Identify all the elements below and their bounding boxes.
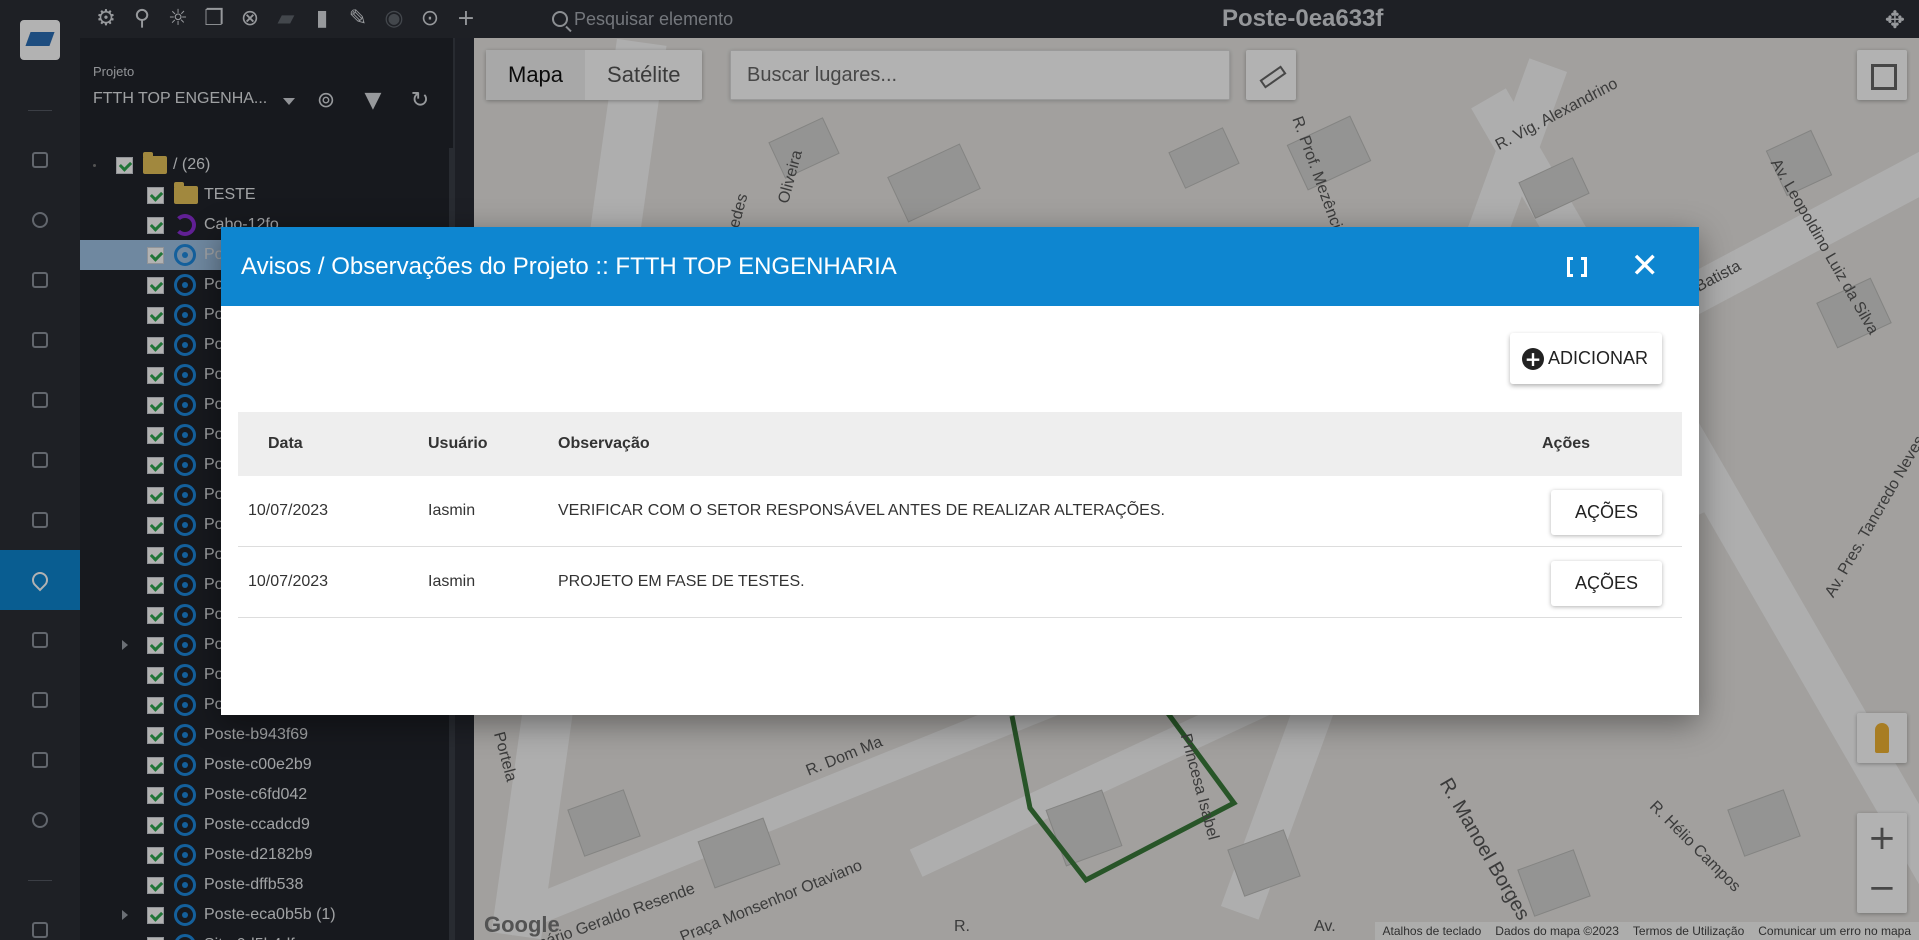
cell-observacao: PROJETO EM FASE DE TESTES.: [558, 573, 805, 590]
actions-button[interactable]: AÇÕES: [1551, 561, 1662, 606]
notes-dialog: Avisos / Observações do Projeto :: FTTH …: [221, 227, 1699, 715]
cell-observacao: VERIFICAR COM O SETOR RESPONSÁVEL ANTES …: [558, 502, 1165, 519]
cell-usuario: Iasmin: [428, 573, 476, 590]
cell-data: 10/07/2023: [248, 573, 329, 590]
add-circle-icon: +: [1521, 347, 1544, 370]
cell-data: 10/07/2023: [248, 502, 329, 519]
dialog-header: Avisos / Observações do Projeto :: FTTH …: [221, 227, 1699, 306]
table-header: Data Usuário Observação Ações: [238, 412, 1682, 476]
column-header-observacao[interactable]: Observação: [558, 435, 1542, 453]
column-header-data[interactable]: Data: [238, 435, 428, 453]
cell-acoes: AÇÕES: [1542, 547, 1682, 617]
add-button-label: ADICIONAR: [1547, 348, 1648, 368]
column-header-usuario[interactable]: Usuário: [428, 435, 558, 453]
table-row: 10/07/2023 Iasmin PROJETO EM FASE DE TES…: [238, 547, 1682, 618]
cell-usuario: Iasmin: [428, 502, 476, 519]
actions-button[interactable]: AÇÕES: [1551, 490, 1662, 535]
fullscreen-icon[interactable]: [1567, 254, 1587, 280]
cell-acoes: AÇÕES: [1542, 476, 1682, 546]
notes-table: Data Usuário Observação Ações 10/07/2023…: [238, 412, 1682, 618]
add-button[interactable]: + ADICIONAR: [1509, 333, 1662, 384]
table-row: 10/07/2023 Iasmin VERIFICAR COM O SETOR …: [238, 476, 1682, 547]
close-icon[interactable]: ✕: [1631, 247, 1660, 285]
column-header-acoes: Ações: [1542, 435, 1591, 452]
dialog-title: Avisos / Observações do Projeto :: FTTH …: [241, 253, 897, 280]
